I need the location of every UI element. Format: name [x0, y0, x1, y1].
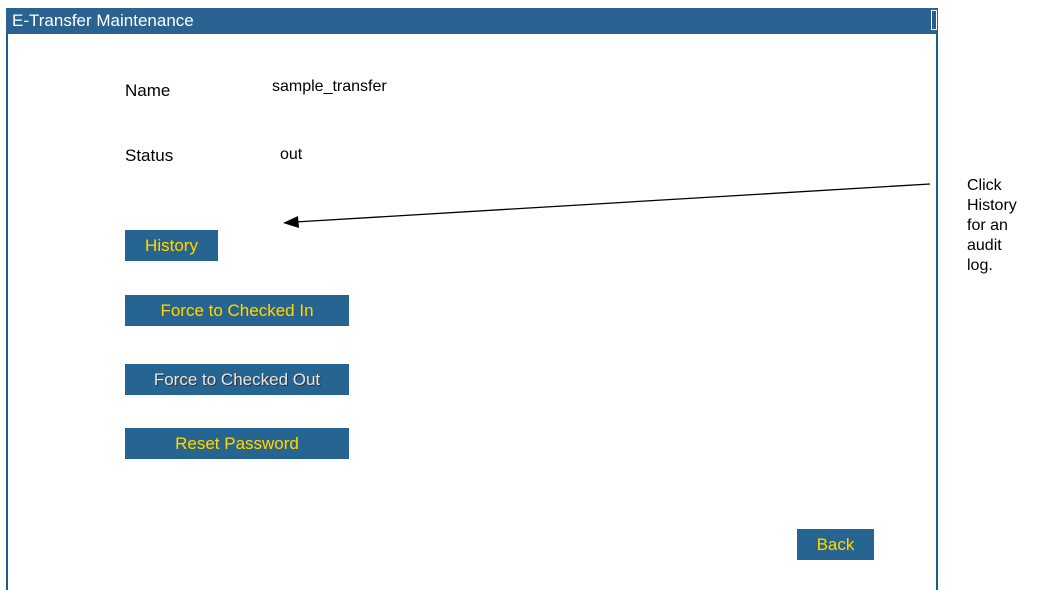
status-label: Status [125, 146, 174, 165]
callout-note: Click History for an audit log. [967, 176, 1037, 276]
window-title: E-Transfer Maintenance [12, 11, 194, 30]
callout-line: Click [967, 177, 1002, 194]
callout-line: log. [967, 257, 993, 274]
force-checked-out-button[interactable]: Force to Checked Out [125, 364, 349, 395]
name-value: sample_transfer [272, 78, 387, 95]
resize-handle-icon[interactable] [931, 10, 937, 30]
status-value: out [280, 146, 303, 163]
name-label: Name [125, 81, 171, 100]
window-titlebar: E-Transfer Maintenance [6, 8, 938, 34]
callout-line: History [967, 197, 1017, 214]
callout-line: audit [967, 237, 1002, 254]
force-checked-in-button[interactable]: Force to Checked In [125, 295, 349, 326]
history-button[interactable]: History [125, 230, 218, 261]
callout-line: for an [967, 217, 1008, 234]
reset-password-button[interactable]: Reset Password [125, 428, 349, 459]
back-button[interactable]: Back [797, 529, 874, 560]
